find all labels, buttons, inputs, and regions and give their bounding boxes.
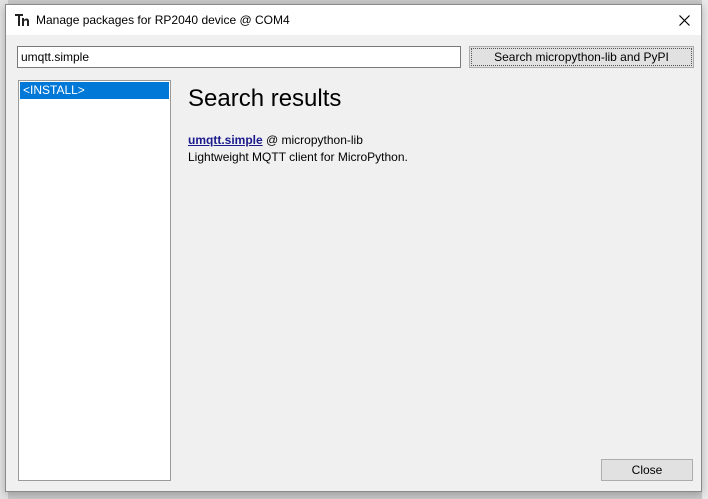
package-source: @ micropython-lib [262,133,363,147]
list-item-install[interactable]: <INSTALL> [20,82,169,99]
search-input[interactable] [17,46,461,68]
close-button[interactable]: Close [601,459,693,481]
title-bar: Manage packages for RP2040 device @ COM4 [6,5,701,35]
search-result: umqtt.simple @ micropython-lib Lightweig… [188,132,408,166]
thonny-icon [14,12,30,28]
manage-packages-dialog: Manage packages for RP2040 device @ COM4… [5,4,702,492]
package-link[interactable]: umqtt.simple [188,133,263,147]
background-app-edge-right [702,0,708,499]
page-title: Search results [188,85,342,112]
window-title: Manage packages for RP2040 device @ COM4 [36,13,290,27]
search-button[interactable]: Search micropython-lib and PyPI [469,46,694,68]
package-list[interactable]: <INSTALL> [18,80,171,481]
close-icon[interactable] [667,5,701,35]
package-description: Lightweight MQTT client for MicroPython. [188,150,408,164]
